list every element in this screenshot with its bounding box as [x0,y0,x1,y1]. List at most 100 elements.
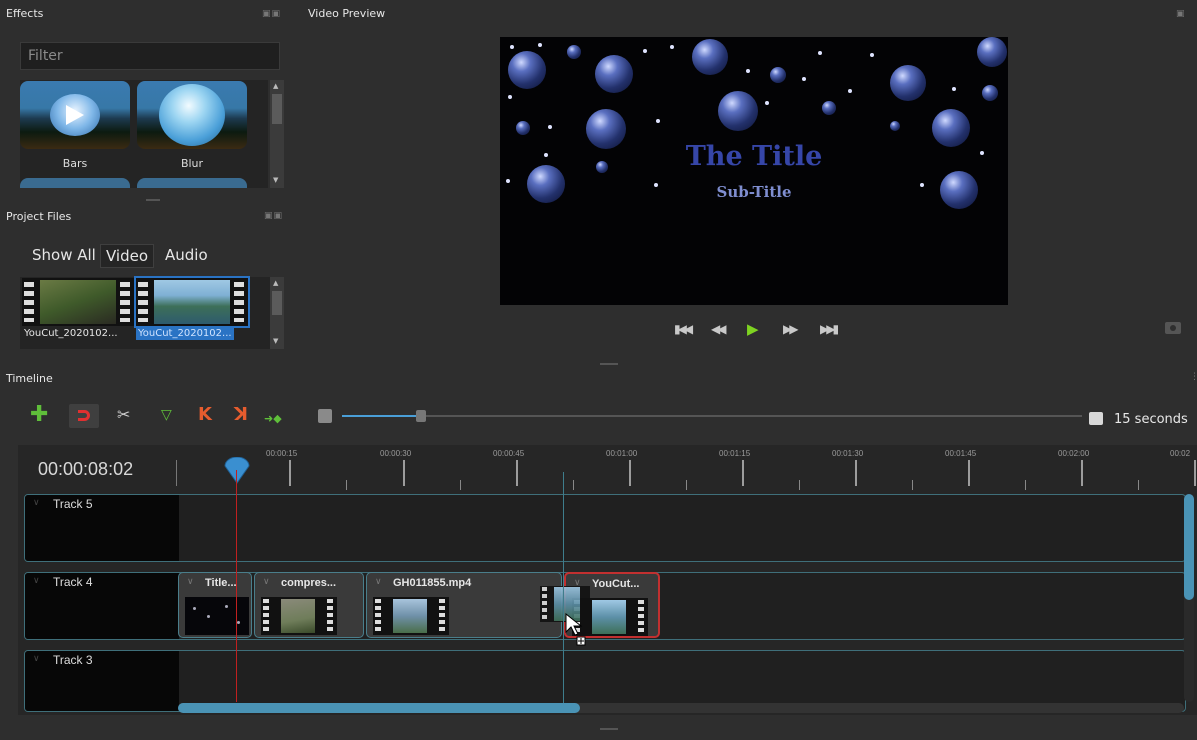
effect-item-partial[interactable] [137,178,247,188]
clip-name: GH011855.mp4 [393,577,472,589]
clip-menu-icon[interactable]: ∨ [263,577,270,587]
effects-scrollbar[interactable]: ▲ ▼ [270,80,284,188]
camera-snapshot-icon[interactable] [1165,322,1181,334]
jump-end-icon[interactable]: ▶▶▮ [820,322,839,336]
track-name: Track 4 [53,575,93,589]
clip-menu-icon[interactable]: ∨ [187,577,194,587]
timeline-vertical-scrollbar[interactable] [1184,494,1194,702]
tick [742,460,744,486]
timeline-horizontal-scroll-thumb[interactable] [178,703,580,713]
scroll-up-icon[interactable]: ▲ [273,279,278,287]
clip-thumbnail [373,597,449,635]
zoom-slider-handle [416,410,426,422]
clip-compressed[interactable]: ∨ compres... [254,572,364,638]
scroll-up-icon[interactable]: ▲ [273,82,278,90]
track-5[interactable]: ∨ Track 5 [24,494,1186,562]
effect-item-blur[interactable]: Blur [137,81,247,170]
ruler-divider [176,460,177,486]
file-label-selected[interactable]: YouCut_2020102... [136,327,234,340]
effect-item-bars[interactable]: Bars [20,81,130,170]
track-header[interactable]: ∨ Track 4 [25,573,179,639]
effect-item-partial[interactable] [20,178,130,188]
zoom-out-icon[interactable] [318,409,332,423]
video-preview-title: Video Preview [308,7,386,20]
tick-minor [346,480,347,490]
splitter-handle[interactable] [600,728,618,730]
timeline-vertical-scroll-thumb[interactable] [1184,494,1194,600]
effects-list: Bars Blur [20,80,268,188]
effects-dock-controls[interactable]: ▣▣ [262,9,281,19]
play-icon[interactable]: ▶ [747,320,758,338]
previous-marker-icon[interactable]: K [198,405,212,425]
tick-label: 00:01:15 [719,449,751,458]
track-header[interactable]: ∨ Track 5 [25,495,179,561]
razor-icon[interactable]: ✂ [117,405,130,425]
tick-label: 00:02 [1170,449,1191,458]
zoom-slider[interactable] [342,405,1082,427]
tick [1194,460,1196,486]
effects-filter-input[interactable] [20,42,280,70]
preview-dock-controls[interactable]: ▣ [1176,9,1186,19]
tick-minor [1138,480,1139,490]
snap-guide-line [563,472,564,704]
track-collapse-icon[interactable]: ∨ [33,498,40,508]
file-thumbnail-selected[interactable] [134,276,250,328]
clip-title[interactable]: ∨ Title... [178,572,252,638]
next-marker-icon[interactable]: ꓘ [234,405,248,425]
play-button-icon [20,81,130,149]
rewind-icon[interactable]: ◀◀ [711,322,727,336]
tick-minor [573,480,574,490]
scroll-down-icon[interactable]: ▼ [273,337,278,345]
track-collapse-icon[interactable]: ∨ [33,576,40,586]
jump-start-icon[interactable]: ▮◀◀ [674,322,693,336]
playhead-handle[interactable] [222,457,252,487]
timeline-horizontal-scrollbar[interactable] [178,703,1184,713]
file-label[interactable]: YouCut_2020102... [22,327,120,340]
effect-label: Bars [62,157,88,170]
add-track-icon[interactable]: ✚ [30,404,48,426]
tab-show-all[interactable]: Show All [27,244,101,266]
zoom-label: 15 seconds [1114,412,1188,427]
zoom-in-icon[interactable] [1089,412,1103,425]
project-files-scrollbar[interactable]: ▲ ▼ [270,277,284,349]
clip-name: YouCut... [592,578,640,590]
tick-label: 00:02:00 [1058,449,1090,458]
tick-label: 00:01:00 [606,449,638,458]
tick [1081,460,1083,486]
clip-thumbnail [185,597,249,635]
fast-forward-icon[interactable]: ▶▶ [783,322,799,336]
project-files-scroll-thumb[interactable] [272,291,282,315]
clip-name: Title... [205,577,237,589]
tab-video[interactable]: Video [100,244,155,268]
clip-name: compres... [281,577,337,589]
file-thumbnail[interactable] [22,278,134,326]
preview-video-title: The Title [685,141,823,172]
project-files-title: Project Files [6,210,72,223]
splitter-handle[interactable] [600,363,618,365]
tick-label: 00:00:30 [380,449,412,458]
glass-sphere-icon [137,81,247,149]
video-preview-canvas[interactable]: The Title Sub-Title [500,37,1008,305]
effects-scroll-thumb[interactable] [272,94,282,124]
tick-minor [799,480,800,490]
track-header[interactable]: ∨ Track 3 [25,651,179,711]
track-collapse-icon[interactable]: ∨ [33,654,40,664]
timeline-title: Timeline [6,372,53,385]
playhead-line [236,470,237,702]
project-files-dock-controls[interactable]: ▣▣ [264,211,283,221]
clip-gh011855[interactable]: ∨ GH011855.mp4 [366,572,562,638]
scroll-down-icon[interactable]: ▼ [273,176,278,184]
tab-audio[interactable]: Audio [160,244,213,266]
center-playhead-icon[interactable]: ➜◆ [264,409,282,429]
clip-menu-icon[interactable]: ∨ [375,577,382,587]
timeline-dock-controls[interactable]: ⋮ [1190,372,1197,382]
mouse-cursor-icon [565,613,586,646]
tick-minor [460,480,461,490]
project-files-list: YouCut_2020102... YouCut_2020102... [20,276,280,349]
tick [629,460,631,486]
add-marker-icon[interactable]: ▽ [161,405,172,425]
splitter-handle[interactable] [146,199,160,201]
preview-video-subtitle: Sub-Title [716,183,792,201]
tick [855,460,857,486]
snap-magnet-icon[interactable] [69,404,99,428]
